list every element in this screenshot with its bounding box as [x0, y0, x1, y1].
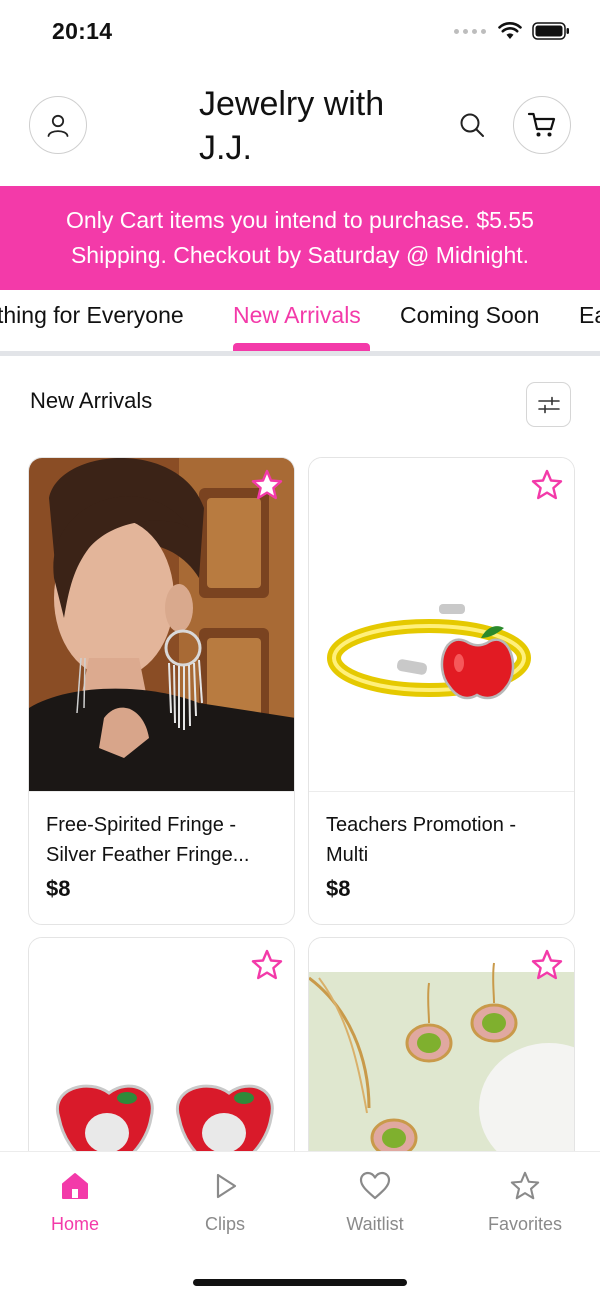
product-name-line1: Teachers Promotion - — [326, 814, 517, 836]
product-image[interactable] — [29, 458, 294, 791]
search-icon — [460, 113, 484, 137]
tab-something-for-everyone[interactable]: thing for Everyone — [0, 302, 184, 329]
nav-favorites-label: Favorites — [487, 1214, 563, 1234]
wifi-icon — [498, 22, 522, 39]
product-image[interactable] — [309, 458, 574, 791]
product-price: $8 — [46, 876, 71, 901]
product-name-line1: Free-Spirited Fringe - — [46, 814, 237, 836]
product-info: Free-Spirited Fringe - Silver Feather Fr… — [29, 791, 294, 924]
nav-home[interactable]: Home — [15, 1168, 135, 1235]
tab-new-arrivals[interactable]: New Arrivals — [233, 302, 361, 329]
section-title: New Arrivals — [30, 388, 153, 413]
status-time: 20:14 — [52, 18, 113, 44]
search-button[interactable] — [455, 108, 489, 142]
cart-button[interactable] — [513, 96, 571, 154]
signal-icon — [454, 28, 486, 34]
sliders-icon — [537, 396, 560, 413]
nav-clips-label: Clips — [204, 1214, 245, 1234]
product-info: Teachers Promotion - Multi $8 — [309, 791, 574, 924]
nav-favorites[interactable]: Favorites — [465, 1168, 585, 1235]
tab-coming-soon[interactable]: Coming Soon — [400, 302, 539, 329]
nav-waitlist-label: Waitlist — [346, 1214, 404, 1234]
nav-clips[interactable]: Clips — [165, 1168, 285, 1235]
favorite-star-icon[interactable] — [530, 468, 564, 502]
promo-banner-text: Only Cart items you intend to purchase. … — [66, 207, 534, 268]
product-card[interactable]: Free-Spirited Fringe - Silver Feather Fr… — [28, 457, 295, 925]
play-icon — [165, 1168, 285, 1204]
star-icon — [465, 1168, 585, 1204]
product-name-line2: Silver Feather Fringe... — [46, 844, 250, 866]
status-indicators — [454, 22, 570, 40]
filter-button[interactable] — [526, 382, 571, 427]
heart-icon — [315, 1168, 435, 1204]
nav-waitlist[interactable]: Waitlist — [315, 1168, 435, 1235]
favorite-star-icon[interactable] — [530, 948, 564, 982]
cart-icon — [527, 112, 556, 137]
product-name-line2: Multi — [326, 844, 369, 866]
home-indicator — [193, 1279, 407, 1286]
promo-banner: Only Cart items you intend to purchase. … — [0, 186, 600, 290]
status-bar: 20:14 — [0, 0, 600, 66]
battery-icon — [532, 22, 569, 40]
favorite-star-icon[interactable] — [250, 468, 284, 502]
home-icon — [15, 1168, 135, 1204]
product-card[interactable]: Teachers Promotion - Multi $8 — [308, 457, 575, 925]
nav-home-label: Home — [50, 1214, 99, 1234]
product-photo-woman-earrings — [29, 458, 294, 791]
bottom-nav: Home Clips Waitlist Favorites — [0, 1151, 600, 1299]
store-title: Jewelry with J.J. — [199, 85, 385, 167]
category-tabs: thing for Everyone New Arrivals Coming S… — [0, 290, 600, 356]
user-icon — [47, 114, 69, 137]
favorite-star-icon[interactable] — [250, 948, 284, 982]
store-header: Jewelry with J.J. — [0, 66, 600, 186]
profile-button[interactable] — [29, 96, 87, 154]
product-price: $8 — [326, 876, 351, 901]
active-tab-indicator — [233, 343, 370, 351]
tab-more[interactable]: Ea — [579, 302, 600, 329]
product-photo-apple-bracelet — [309, 458, 574, 791]
